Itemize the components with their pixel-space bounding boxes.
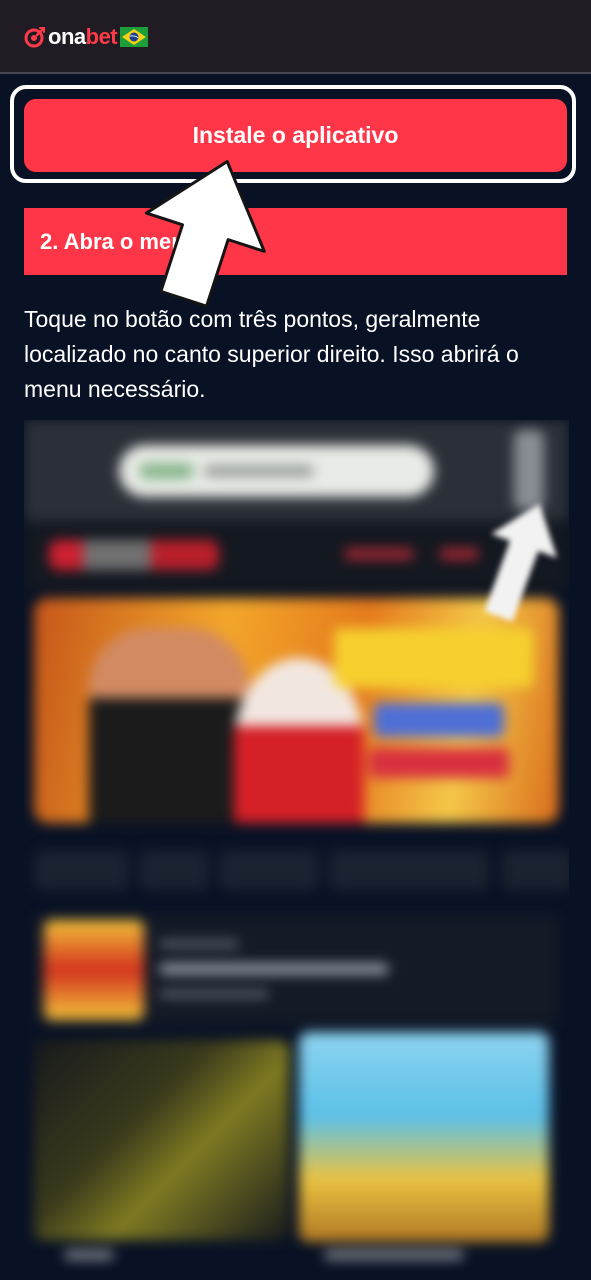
lock-badge-image bbox=[139, 463, 194, 479]
banner-button-image bbox=[374, 703, 504, 737]
brazil-flag-icon bbox=[120, 27, 149, 47]
top-bar: onabet bbox=[0, 0, 591, 74]
category-chips-image bbox=[24, 840, 569, 900]
tile-label-image bbox=[64, 1250, 114, 1260]
arrow-up-icon bbox=[144, 160, 266, 308]
banner-title-image bbox=[334, 628, 534, 688]
game-thumb-image bbox=[44, 920, 144, 1020]
card-line-image bbox=[159, 940, 239, 948]
onabet-logo[interactable]: onabet bbox=[24, 24, 149, 50]
banner-button-image bbox=[369, 748, 509, 778]
chip-image bbox=[329, 850, 489, 890]
chip-image bbox=[34, 850, 129, 890]
tile-label-image bbox=[324, 1250, 464, 1260]
menu-instruction-screenshot bbox=[24, 420, 569, 1280]
promo-banner-image bbox=[34, 598, 559, 823]
logo-text-bet: bet bbox=[85, 24, 118, 49]
banner-person-image bbox=[89, 628, 249, 823]
nav-link-image bbox=[439, 548, 479, 560]
nav-link-image bbox=[344, 548, 414, 560]
onabet-logo-icon bbox=[24, 27, 45, 48]
step-heading: 2. Abra o menu bbox=[24, 208, 567, 275]
page: onabet Instale o aplicativo 2. Abra o me… bbox=[0, 0, 591, 1280]
url-text-image bbox=[204, 465, 314, 477]
chip-image bbox=[139, 850, 209, 890]
install-app-button[interactable]: Instale o aplicativo bbox=[24, 99, 567, 172]
logo-text: onabet bbox=[48, 24, 118, 49]
step-description: Toque no botão com três pontos, geralmen… bbox=[24, 306, 519, 402]
logo-text-ona: ona bbox=[48, 24, 86, 49]
site-logo-image bbox=[49, 540, 219, 570]
card-line-image bbox=[159, 963, 389, 975]
game-tile-image bbox=[34, 1040, 289, 1240]
game-card-image bbox=[34, 915, 559, 1025]
chip-image bbox=[502, 850, 569, 890]
menu-pointer-arrow-icon bbox=[484, 503, 558, 622]
address-bar-image bbox=[119, 445, 434, 497]
game-tile-image bbox=[299, 1032, 549, 1242]
chip-image bbox=[219, 850, 319, 890]
card-line-image bbox=[159, 990, 269, 998]
